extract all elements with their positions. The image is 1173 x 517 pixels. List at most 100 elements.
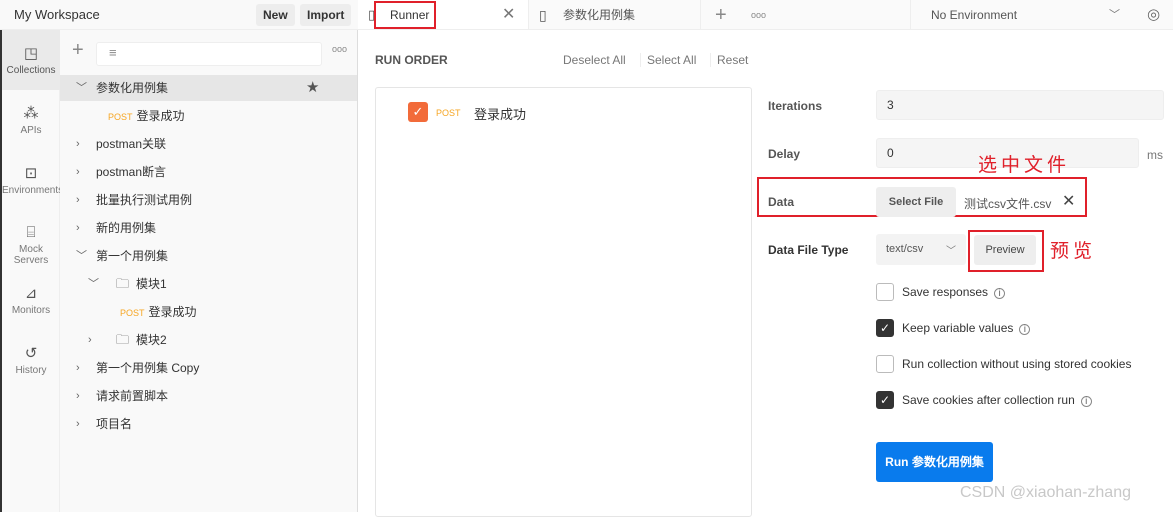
checkbox[interactable]: ✓ <box>876 391 894 409</box>
more-tabs-icon[interactable]: ooo <box>751 0 766 30</box>
item-label: 批量执行测试用例 <box>96 193 193 207</box>
nav-apis[interactable]: ⁂ APIs <box>2 90 60 150</box>
item-label: 第一个用例集 <box>96 249 169 263</box>
collection-item[interactable]: ﹀ 参数化用例集 ★ <box>60 75 357 101</box>
chevron-right-icon[interactable]: › <box>76 131 80 157</box>
reset-link[interactable]: Reset <box>710 53 748 67</box>
request-item[interactable]: POST 登录成功 <box>60 103 357 129</box>
chevron-right-icon[interactable]: › <box>76 159 80 185</box>
folder-item[interactable]: ﹀ 🗀 模块1 <box>60 271 357 297</box>
select-file-button[interactable]: Select File <box>876 187 956 217</box>
tab-label: Runner <box>374 1 436 29</box>
item-label: 新的用例集 <box>96 221 157 235</box>
more-icon[interactable]: ooo <box>332 44 347 54</box>
checkbox[interactable] <box>876 355 894 373</box>
eye-icon[interactable]: ◎ <box>1147 0 1160 30</box>
file-name: 测试csv文件.csv <box>964 197 1052 211</box>
nav-monitors[interactable]: ⊿ Monitors <box>2 270 60 330</box>
environment-selector[interactable]: No Environment ﹀ ◎ <box>910 0 1173 30</box>
checkbox[interactable] <box>876 283 894 301</box>
tab-runner[interactable]: ▯ Runner ✕ <box>358 0 528 30</box>
watermark: CSDN @xiaohan-zhang <box>960 484 1131 501</box>
checkbox[interactable]: ✓ <box>876 319 894 337</box>
chevron-right-icon[interactable]: › <box>76 215 80 241</box>
method-badge: POST <box>436 108 461 118</box>
new-tab-icon[interactable]: + <box>715 0 727 30</box>
run-order-title: RUN ORDER <box>375 53 448 67</box>
nav-environments[interactable]: ⊡ Environments <box>2 150 63 210</box>
folder-icon: 🗀 <box>116 332 130 347</box>
workspace-header: My Workspace New Import <box>0 0 358 30</box>
preview-button[interactable]: Preview <box>974 235 1036 265</box>
tab-collection[interactable]: ▯ 参数化用例集 <box>528 0 700 30</box>
add-icon[interactable]: + <box>72 40 84 60</box>
info-icon[interactable]: i <box>1080 396 1092 407</box>
chevron-down-icon[interactable]: ﹀ <box>88 271 99 297</box>
new-button[interactable]: New <box>256 4 295 26</box>
chevron-right-icon[interactable]: › <box>76 383 80 409</box>
collection-item[interactable]: › 批量执行测试用例 <box>60 187 357 213</box>
data-label: Data <box>768 195 795 209</box>
collection-item[interactable]: › 项目名 <box>60 411 357 437</box>
chevron-right-icon[interactable]: › <box>76 411 80 437</box>
folder-item[interactable]: › 🗀 模块2 <box>60 327 357 353</box>
chevron-down-icon[interactable]: ﹀ <box>76 75 87 101</box>
iterations-label: Iterations <box>768 99 823 113</box>
request-name: 登录成功 <box>474 107 527 122</box>
document-icon: ▯ <box>539 7 547 23</box>
collection-item[interactable]: › postman断言 <box>60 159 357 185</box>
mock-servers-icon: ⌸ <box>26 224 36 241</box>
item-label: 登录成功 <box>136 109 185 123</box>
deselect-all-link[interactable]: Deselect All <box>563 53 626 67</box>
collection-item[interactable]: ﹀ 第一个用例集 <box>60 243 357 269</box>
remove-file-icon[interactable]: ✕ <box>1062 191 1075 211</box>
nav-label: Collections <box>6 65 56 76</box>
history-icon: ↺ <box>24 345 38 362</box>
tab-actions: + ooo <box>700 0 910 30</box>
sidebar: + ≡ ooo ﹀ 参数化用例集 ★ POST 登录成功 › postman关联 › postm… <box>60 30 358 512</box>
star-icon[interactable]: ★ <box>306 75 319 101</box>
collection-item[interactable]: › 第一个用例集 Copy <box>60 355 357 381</box>
chevron-right-icon[interactable]: › <box>88 327 92 353</box>
tab-label: 参数化用例集 <box>563 8 636 22</box>
collection-item[interactable]: › 请求前置脚本 <box>60 383 357 409</box>
annotation-select-file: 选中文件 <box>978 154 1071 176</box>
monitors-icon: ⊿ <box>24 285 38 302</box>
item-label: 登录成功 <box>148 305 197 319</box>
method-badge: POST <box>120 308 145 318</box>
annotation-preview: 预览 <box>1050 240 1097 262</box>
nav-label: Mock Servers <box>13 244 49 266</box>
chevron-down-icon: ﹀ <box>1109 9 1120 21</box>
run-order-list: ✓ POST 登录成功 <box>375 87 752 517</box>
select-all-link[interactable]: Select All <box>640 53 696 67</box>
nav-history[interactable]: ↺ History <box>2 330 60 390</box>
chevron-down-icon: ﹀ <box>946 246 956 257</box>
chevron-right-icon[interactable]: › <box>76 355 80 381</box>
item-label: 第一个用例集 Copy <box>96 361 200 375</box>
filter-input[interactable]: ≡ <box>96 42 322 66</box>
chevron-down-icon[interactable]: ﹀ <box>76 243 87 269</box>
item-label: postman断言 <box>96 165 167 179</box>
import-button[interactable]: Import <box>300 4 352 26</box>
apis-icon: ⁂ <box>23 105 39 122</box>
run-button[interactable]: Run 参数化用例集 <box>876 442 993 482</box>
file-type-select[interactable]: text/csv ﹀ <box>876 234 966 265</box>
workspace-title[interactable]: My Workspace <box>14 7 100 22</box>
option-label: Save cookies after collection run <box>902 393 1075 407</box>
info-icon[interactable]: i <box>1019 324 1031 335</box>
chevron-right-icon[interactable]: › <box>76 187 80 213</box>
nav-label: APIs <box>20 125 42 136</box>
folder-icon: 🗀 <box>116 276 130 291</box>
iterations-input[interactable]: 3 <box>876 90 1164 120</box>
delay-label: Delay <box>768 147 801 161</box>
info-icon[interactable]: i <box>994 288 1006 299</box>
file-type-value: text/csv <box>886 243 924 255</box>
request-checkbox[interactable]: ✓ <box>408 102 428 122</box>
request-item[interactable]: POST 登录成功 <box>60 299 357 325</box>
delay-unit: ms <box>1147 148 1163 162</box>
collection-item[interactable]: › postman关联 <box>60 131 357 157</box>
nav-mock-servers[interactable]: ⌸ Mock Servers <box>2 210 60 270</box>
collection-item[interactable]: › 新的用例集 <box>60 215 357 241</box>
nav-collections[interactable]: ◳ Collections <box>2 30 60 90</box>
close-icon[interactable]: ✕ <box>502 0 515 30</box>
